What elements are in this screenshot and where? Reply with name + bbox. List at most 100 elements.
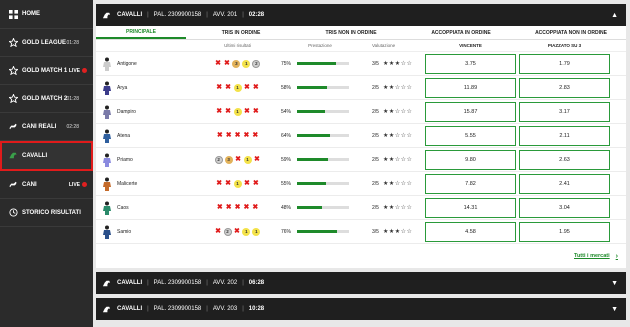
tab-principale[interactable]: PRINCIPALE bbox=[96, 26, 186, 39]
jockey-silk-icon bbox=[103, 153, 111, 167]
rating-stars-icon: ★★☆☆☆ bbox=[382, 181, 413, 187]
horse-name: Arya bbox=[117, 84, 128, 91]
recent-results: ✖ ✖ ✖ ✖ ✖ bbox=[199, 132, 276, 139]
chevron-down-icon[interactable]: ▼ bbox=[611, 280, 618, 287]
tab-tris-non-in-ordine[interactable]: TRIS NON IN ORDINE bbox=[296, 26, 406, 39]
loss-x-icon: ✖ bbox=[225, 84, 231, 91]
event-pal: PAL. 2309900158 bbox=[153, 12, 202, 18]
horse-icon bbox=[102, 280, 111, 286]
place-odds-button[interactable]: 2.63 bbox=[519, 149, 610, 170]
sidebar-item-label: GOLD LEAGUE bbox=[22, 39, 67, 46]
place-odds-button[interactable]: 3.04 bbox=[519, 197, 610, 218]
placement-badge: 2 bbox=[252, 59, 261, 68]
rating-stars-icon: ★★☆☆☆ bbox=[382, 205, 413, 211]
event-header[interactable]: CAVALLI | PAL. 2309900158 | AVV. 203 | 1… bbox=[96, 298, 626, 320]
performance-value: 54% bbox=[281, 108, 292, 115]
loss-x-icon: ✖ bbox=[252, 204, 259, 211]
loss-x-icon: ✖ bbox=[215, 228, 221, 235]
place-odds-button[interactable]: 3.17 bbox=[519, 101, 610, 122]
jockey-silk-icon bbox=[103, 225, 111, 239]
win-odds-button[interactable]: 15.87 bbox=[425, 101, 516, 122]
rating-value: 3/5 bbox=[372, 228, 379, 235]
rating-value: 2/5 bbox=[372, 156, 379, 163]
place-odds-button[interactable]: 1.95 bbox=[519, 221, 610, 242]
loss-x-icon: ✖ bbox=[234, 228, 240, 235]
sidebar-item-label: CANI bbox=[22, 181, 37, 188]
recent-results: ✖ ✖ 1 ✖ ✖ bbox=[199, 179, 276, 188]
win-odds-button[interactable]: 7.82 bbox=[425, 173, 516, 194]
place-odds-button[interactable]: 2.83 bbox=[519, 77, 610, 98]
recent-results: ✖ ✖ 1 ✖ ✖ bbox=[199, 83, 276, 92]
event-pal: PAL. 2309900158 bbox=[153, 306, 202, 312]
place-odds-button[interactable]: 2.11 bbox=[519, 125, 610, 146]
event-avv: AVV. 201 bbox=[212, 12, 238, 18]
placement-badge: 3 bbox=[224, 155, 233, 164]
loss-x-icon: ✖ bbox=[225, 108, 231, 115]
win-odds-button[interactable]: 14.31 bbox=[425, 197, 516, 218]
chevron-right-icon: › bbox=[615, 252, 618, 260]
tab-tris-in-ordine[interactable]: TRIS IN ORDINE bbox=[186, 26, 296, 39]
sidebar-item-storico-risultati[interactable]: STORICO RISULTATI bbox=[0, 199, 93, 227]
win-odds-button[interactable]: 3.75 bbox=[425, 53, 516, 74]
loss-x-icon: ✖ bbox=[252, 132, 259, 139]
jockey-silk-icon bbox=[103, 129, 111, 143]
loss-x-icon: ✖ bbox=[244, 180, 250, 187]
event-header[interactable]: CAVALLI | PAL. 2309900158 | AVV. 202 | 0… bbox=[96, 272, 626, 294]
loss-x-icon: ✖ bbox=[225, 180, 231, 187]
sidebar-item-time: 01:28 bbox=[66, 95, 79, 102]
rating-stars-icon: ★★☆☆☆ bbox=[382, 109, 413, 115]
placement-badge: 1 bbox=[243, 155, 252, 164]
sidebar: HOME GOLD LEAGUE 01:28 GOLD MATCH 1 LIVE GOLD… bbox=[0, 0, 93, 327]
placement-badge: 1 bbox=[242, 59, 251, 68]
win-odds-button[interactable]: 11.89 bbox=[425, 77, 516, 98]
event-name: CAVALLI bbox=[117, 280, 143, 286]
sidebar-item-gold-match-1[interactable]: GOLD MATCH 1 LIVE bbox=[0, 57, 93, 85]
table-row: Priamo 2 3 ✖ 1 ✖ 59% 2/5 ★★☆☆☆ 9.80 2.63 bbox=[96, 148, 626, 172]
place-odds-button[interactable]: 2.41 bbox=[519, 173, 610, 194]
recent-results: ✖ ✖ 1 ✖ ✖ bbox=[199, 107, 276, 116]
sidebar-item-cani-reali[interactable]: CANI REALI 02:28 bbox=[0, 113, 93, 141]
loss-x-icon: ✖ bbox=[224, 60, 230, 67]
event-time: 02:28 bbox=[248, 12, 265, 18]
jockey-silk-icon bbox=[103, 57, 111, 71]
sidebar-item-label: CAVALLI bbox=[22, 152, 48, 159]
separator: | bbox=[147, 280, 149, 286]
all-markets-link[interactable]: Tutti i mercati › bbox=[96, 244, 626, 268]
sidebar-item-home[interactable]: HOME bbox=[0, 0, 93, 29]
placement-badge: 1 bbox=[233, 179, 242, 188]
tab-accoppiata-in-ordine[interactable]: ACCOPPIATA IN ORDINE bbox=[406, 26, 516, 39]
win-odds-button[interactable]: 9.80 bbox=[425, 149, 516, 170]
recent-results: ✖ 2 ✖ 1 1 bbox=[199, 227, 276, 236]
sidebar-item-cavalli[interactable]: CAVALLI bbox=[0, 141, 93, 171]
win-odds-button[interactable]: 5.55 bbox=[425, 125, 516, 146]
performance-value: 58% bbox=[281, 84, 292, 91]
rating-stars-icon: ★★★☆☆ bbox=[382, 61, 413, 67]
table-row: Malicerte ✖ ✖ 1 ✖ ✖ 55% 2/5 ★★☆☆☆ 7.82 2.41 bbox=[96, 172, 626, 196]
event-header[interactable]: CAVALLI | PAL. 2309900158 | AVV. 201 | 0… bbox=[96, 4, 626, 26]
chevron-down-icon[interactable]: ▼ bbox=[611, 306, 618, 313]
separator: | bbox=[206, 280, 208, 286]
separator: | bbox=[147, 306, 149, 312]
place-odds-button[interactable]: 1.79 bbox=[519, 53, 610, 74]
win-odds-button[interactable]: 4.58 bbox=[425, 221, 516, 242]
placement-badge: 1 bbox=[252, 227, 261, 236]
placement-badge: 1 bbox=[233, 107, 242, 116]
sidebar-item-cani[interactable]: CANI LIVE bbox=[0, 171, 93, 199]
separator: | bbox=[242, 12, 244, 18]
loss-x-icon: ✖ bbox=[244, 84, 250, 91]
loss-x-icon: ✖ bbox=[225, 204, 232, 211]
table-header: Ultimi risultati Prestazione Valutazione… bbox=[96, 40, 626, 52]
sidebar-item-gold-league[interactable]: GOLD LEAGUE 01:28 bbox=[0, 29, 93, 57]
separator: | bbox=[147, 12, 149, 18]
sidebar-item-label: STORICO RISULTATI bbox=[22, 209, 81, 216]
rating-stars-icon: ★★☆☆☆ bbox=[382, 85, 413, 91]
chevron-up-icon[interactable]: ▲ bbox=[611, 12, 618, 19]
performance-value: 76% bbox=[281, 228, 292, 235]
recent-results: ✖ ✖ ✖ ✖ ✖ bbox=[199, 204, 276, 211]
horse-name: Samio bbox=[117, 228, 132, 235]
placement-badge: 2 bbox=[214, 155, 223, 164]
performance-bar bbox=[297, 230, 349, 233]
sidebar-item-gold-match-2[interactable]: GOLD MATCH 2 01:28 bbox=[0, 85, 93, 113]
tab-accoppiata-non-in-ordine[interactable]: ACCOPPIATA NON IN ORDINE bbox=[516, 26, 626, 39]
event-avv: AVV. 202 bbox=[212, 280, 238, 286]
